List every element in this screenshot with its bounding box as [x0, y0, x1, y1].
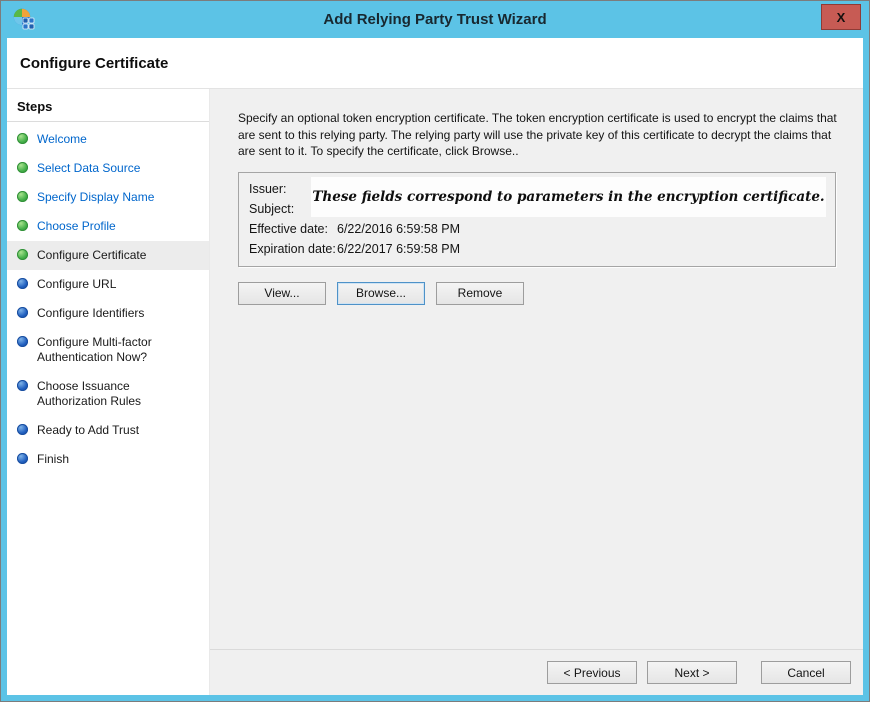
wizard-window: Add Relying Party Trust Wizard X Configu… [0, 0, 870, 702]
green-dot-icon [17, 133, 28, 144]
blue-dot-icon [17, 307, 28, 318]
green-dot-icon [17, 191, 28, 202]
blue-dot-icon [17, 380, 28, 391]
close-button[interactable]: X [821, 4, 861, 30]
titlebar: Add Relying Party Trust Wizard X [1, 1, 869, 38]
remove-button[interactable]: Remove [436, 282, 524, 305]
certificate-details-box: Issuer: Subject: Effective date: 6/22/20… [238, 172, 836, 267]
steps-sidebar: Steps Welcome Select Data Source Specify… [7, 89, 210, 695]
sidebar-item-specify-display-name[interactable]: Specify Display Name [7, 183, 209, 212]
sidebar-item-welcome[interactable]: Welcome [7, 125, 209, 154]
next-button[interactable]: Next > [647, 661, 737, 684]
green-dot-icon [17, 249, 28, 260]
green-dot-icon [17, 220, 28, 231]
browse-button[interactable]: Browse... [337, 282, 425, 305]
sidebar-item-configure-mfa: Configure Multi-factor Authentication No… [7, 328, 209, 372]
sidebar-item-choose-profile[interactable]: Choose Profile [7, 212, 209, 241]
blue-dot-icon [17, 424, 28, 435]
view-button[interactable]: View... [238, 282, 326, 305]
green-dot-icon [17, 162, 28, 173]
previous-button[interactable]: < Previous [547, 661, 637, 684]
main-panel: Specify an optional token encryption cer… [210, 89, 863, 695]
adfs-app-icon [12, 8, 38, 32]
sidebar-item-finish: Finish [7, 445, 209, 474]
sidebar-item-ready-to-add-trust: Ready to Add Trust [7, 416, 209, 445]
cancel-button[interactable]: Cancel [761, 661, 851, 684]
blue-dot-icon [17, 336, 28, 347]
wizard-footer: < Previous Next > Cancel [210, 649, 863, 695]
blue-dot-icon [17, 278, 28, 289]
page-description: Specify an optional token encryption cer… [238, 110, 844, 160]
annotation-overlay: These fields correspond to parameters in… [311, 177, 826, 217]
steps-list: Welcome Select Data Source Specify Displ… [7, 125, 209, 474]
dialog-body: Configure Certificate Steps Welcome Sele… [7, 38, 863, 695]
steps-heading: Steps [7, 97, 209, 122]
close-icon: X [837, 10, 846, 25]
blue-dot-icon [17, 453, 28, 464]
effective-date-label: Effective date: [249, 222, 337, 236]
sidebar-item-configure-identifiers: Configure Identifiers [7, 299, 209, 328]
expiration-date-label: Expiration date: [249, 242, 337, 256]
page-title: Configure Certificate [20, 55, 168, 72]
sidebar-item-choose-issuance-rules: Choose Issuance Authorization Rules [7, 372, 209, 416]
sidebar-item-configure-certificate: Configure Certificate [7, 241, 209, 270]
effective-date-value: 6/22/2016 6:59:58 PM [337, 222, 460, 236]
page-header: Configure Certificate [7, 38, 863, 89]
window-title: Add Relying Party Trust Wizard [61, 1, 809, 38]
sidebar-item-select-data-source[interactable]: Select Data Source [7, 154, 209, 183]
expiration-date-value: 6/22/2017 6:59:58 PM [337, 242, 460, 256]
sidebar-item-configure-url: Configure URL [7, 270, 209, 299]
